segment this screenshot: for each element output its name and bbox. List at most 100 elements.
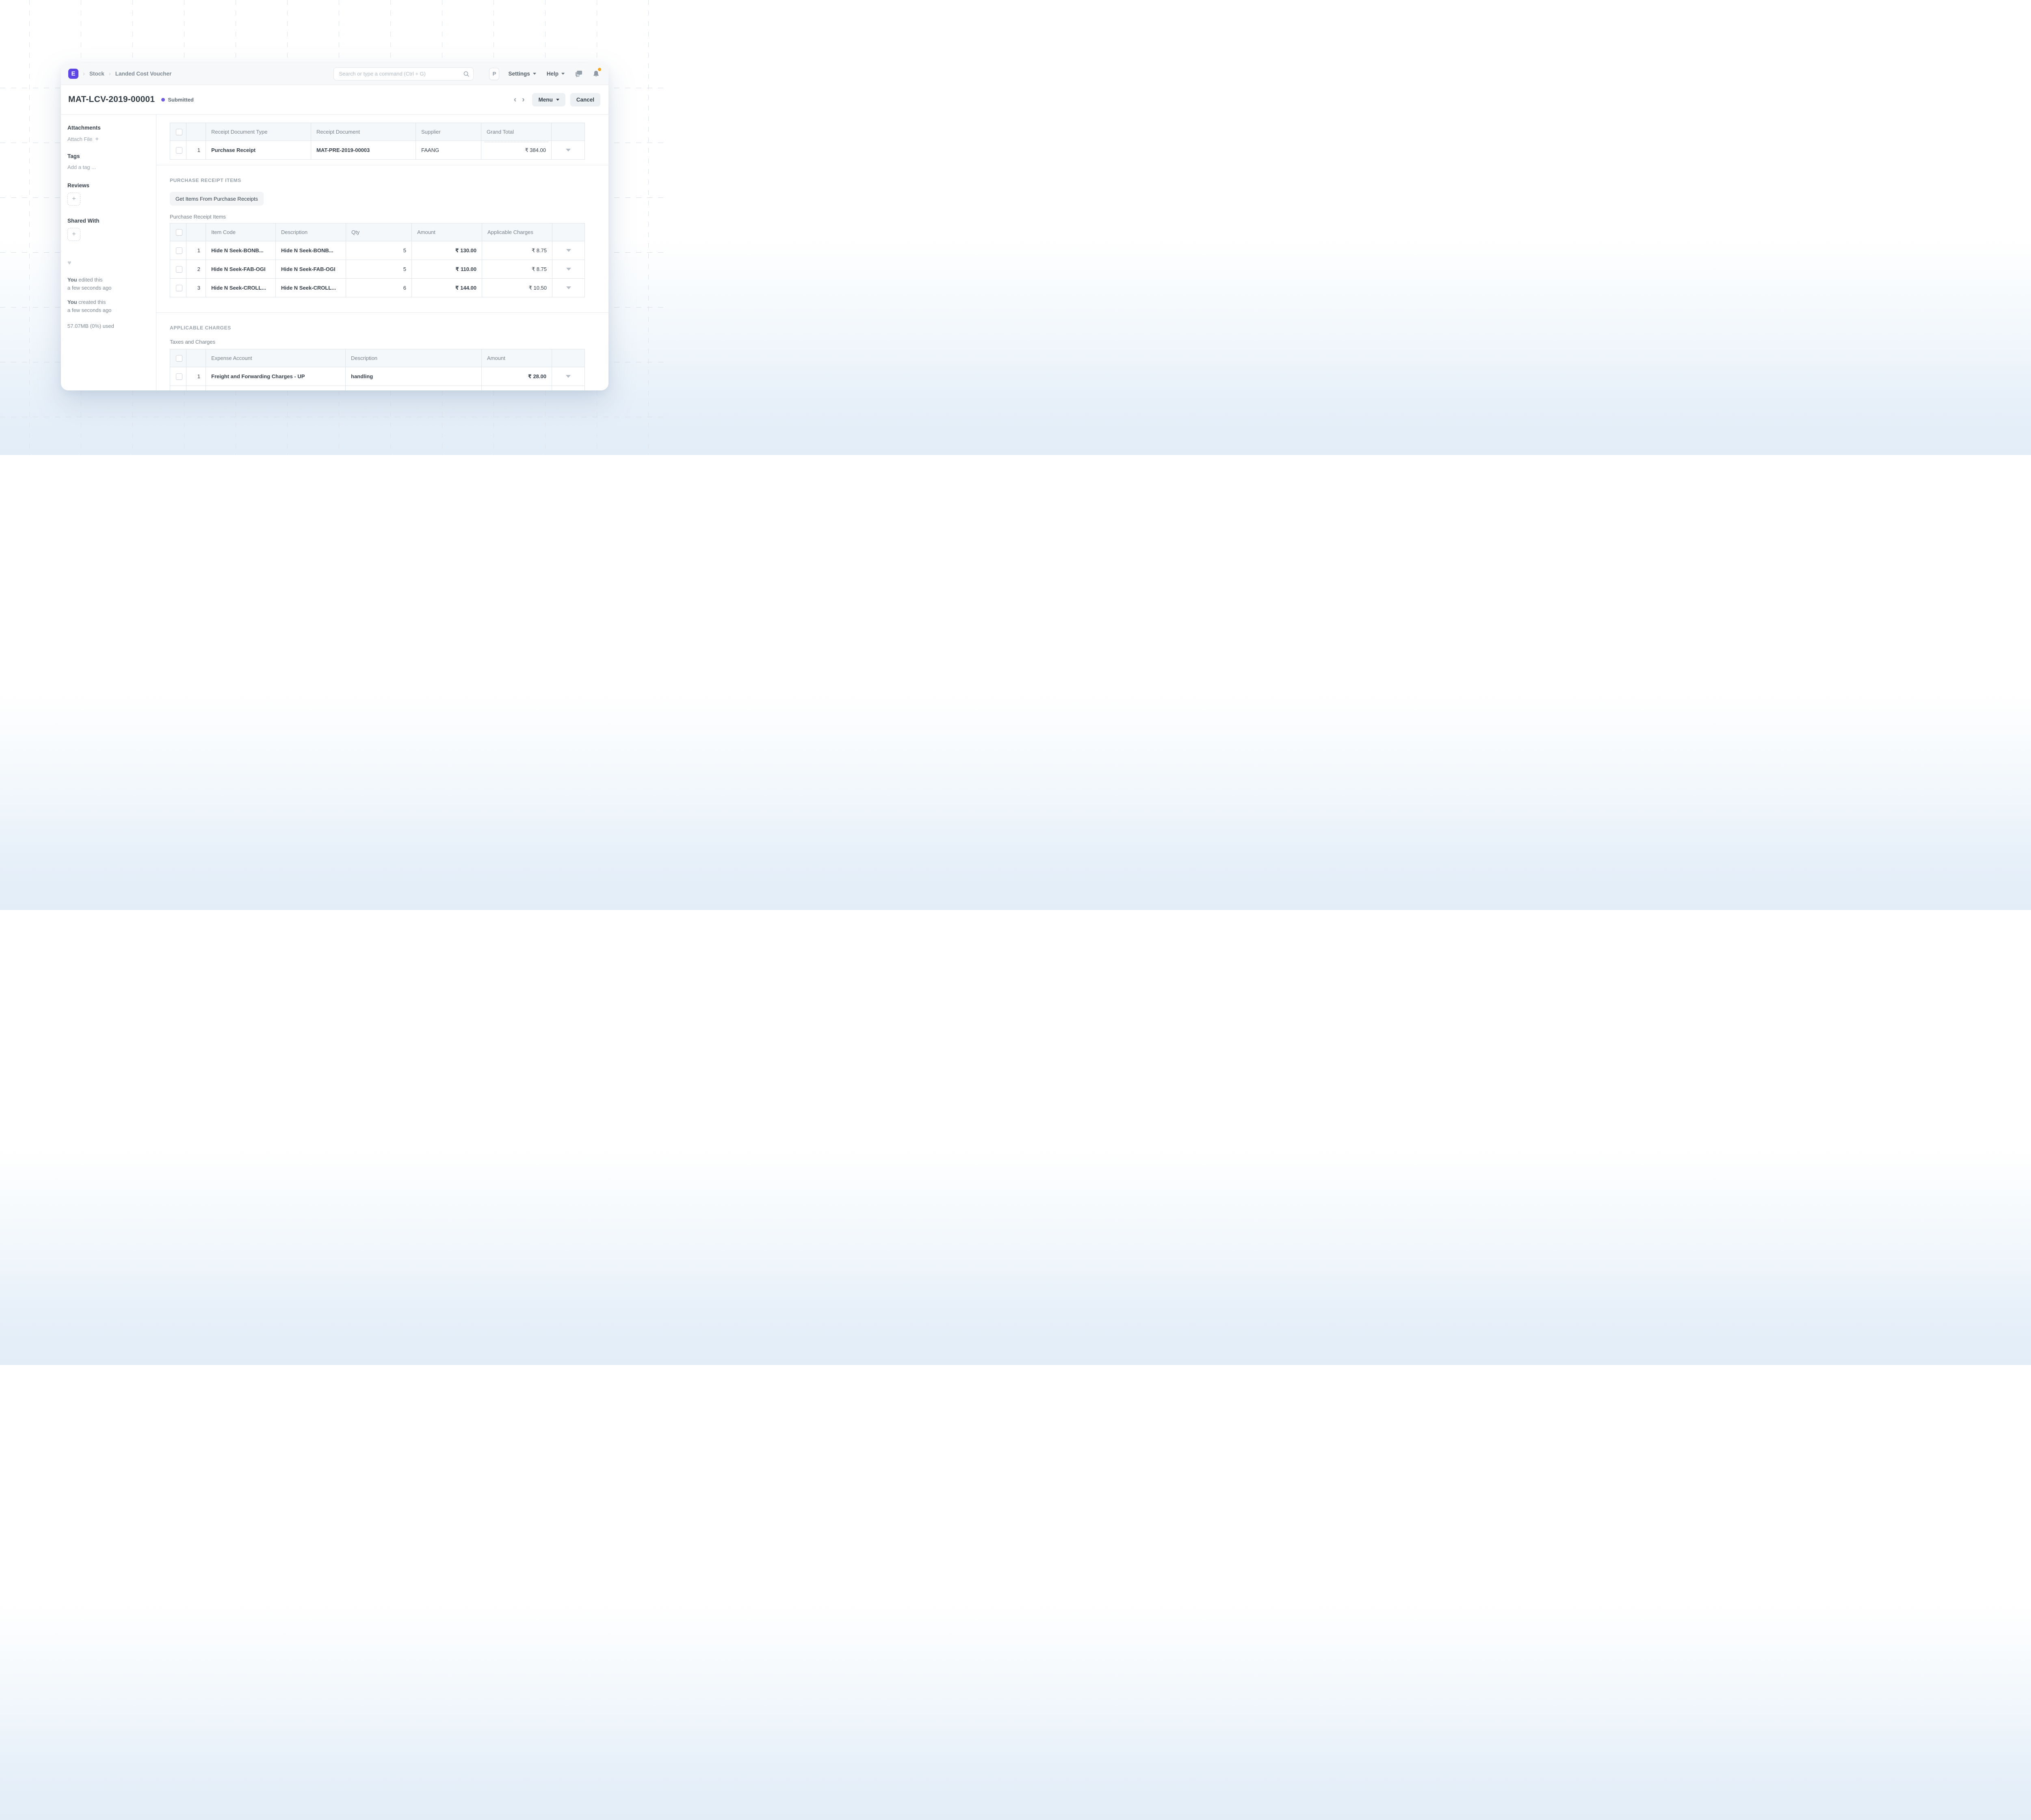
table-row: 1 Freight and Forwarding Charges - UP ha… — [170, 367, 585, 386]
row-expand-button[interactable] — [552, 141, 585, 160]
row-checkbox[interactable] — [176, 373, 182, 380]
cell-receipt-document-type[interactable]: Purchase Receipt — [206, 141, 311, 160]
cell-amount[interactable]: ₹ 110.00 — [412, 260, 482, 279]
shared-with-title: Shared With — [67, 218, 150, 224]
navbar: E › Stock › Landed Cost Voucher P Settin… — [61, 63, 608, 85]
cell-description[interactable]: Hide N Seek-CROLL... — [276, 279, 346, 297]
row-checkbox[interactable] — [176, 266, 182, 273]
cell-amount[interactable]: ₹ 144.00 — [412, 279, 482, 297]
notification-dot — [598, 68, 601, 71]
row-expand-button[interactable] — [552, 260, 585, 279]
attach-file-label: Attach File — [67, 136, 92, 142]
breadcrumb-stock[interactable]: Stock — [89, 71, 104, 77]
cell-applicable-charges[interactable]: ₹ 10.50 — [482, 279, 552, 297]
taxes-and-charges-table: Expense Account Description Amount 1 Fre… — [170, 349, 585, 390]
previous-document-button[interactable]: ‹ — [511, 96, 519, 104]
column-receipt-document-type: Receipt Document Type — [206, 123, 311, 141]
purchase-receipt-items-table: Item Code Description Qty Amount Applica… — [170, 223, 585, 297]
select-all-checkbox[interactable] — [176, 129, 182, 135]
row-expand-button[interactable] — [552, 367, 585, 386]
column-item-code: Item Code — [206, 223, 276, 241]
row-expand-button[interactable] — [552, 279, 585, 297]
cell-description[interactable]: handling — [346, 367, 482, 386]
status-badge: Submitted — [168, 97, 194, 103]
row-checkbox[interactable] — [176, 147, 182, 154]
app-window: E › Stock › Landed Cost Voucher P Settin… — [61, 63, 608, 390]
notifications-bell-icon[interactable] — [593, 70, 600, 78]
cell-grand-total[interactable]: ₹ 384.00 — [481, 141, 552, 160]
cell-qty[interactable]: 5 — [346, 241, 412, 260]
add-share-button[interactable]: + — [67, 228, 80, 241]
cell-item-code[interactable]: Hide N Seek-FAB-OGI — [206, 260, 276, 279]
row-number: 1 — [186, 367, 206, 386]
chevron-right-icon: › — [83, 71, 85, 77]
purchase-receipt-items-heading: PURCHASE RECEIPT ITEMS — [170, 178, 585, 183]
column-amount: Amount — [412, 223, 482, 241]
activity-edited: You edited this a few seconds ago — [67, 276, 150, 292]
chevron-down-icon — [566, 149, 571, 152]
activity-created: You created this a few seconds ago — [67, 298, 150, 314]
content: Attachments Attach File + Tags Add a tag… — [61, 115, 608, 390]
user-avatar[interactable]: P — [489, 68, 499, 80]
cell-item-code[interactable]: Hide N Seek-CROLL... — [206, 279, 276, 297]
cell-amount[interactable]: ₹ 130.00 — [412, 241, 482, 260]
chevron-down-icon — [566, 286, 571, 289]
cell-description[interactable]: Hide N Seek-BONB... — [276, 241, 346, 260]
chevron-down-icon — [533, 73, 536, 75]
cell-applicable-charges[interactable]: ₹ 8.75 — [482, 241, 552, 260]
add-tag-link[interactable]: Add a tag ... — [67, 164, 150, 170]
row-checkbox[interactable] — [176, 285, 182, 291]
cell-supplier[interactable]: FAANG — [416, 141, 481, 160]
cell-amount[interactable]: ₹ 28.00 — [482, 367, 552, 386]
next-document-button[interactable]: › — [519, 96, 527, 104]
select-all-checkbox[interactable] — [176, 355, 182, 362]
cancel-button-label: Cancel — [576, 97, 594, 103]
status-dot-icon — [161, 98, 165, 102]
add-review-button[interactable]: + — [67, 193, 80, 206]
row-expand-button[interactable] — [552, 241, 585, 260]
cell-item-code[interactable]: Hide N Seek-BONB... — [206, 241, 276, 260]
plus-icon: + — [95, 136, 99, 143]
attach-file-link[interactable]: Attach File + — [67, 136, 150, 143]
menu-button[interactable]: Menu — [532, 93, 565, 106]
chevron-down-icon — [556, 99, 559, 101]
cell-expense-account[interactable]: Freight and Forwarding Charges - UP — [206, 367, 346, 386]
column-qty: Qty — [346, 223, 412, 241]
attachments-title: Attachments — [67, 125, 150, 131]
cell-description[interactable]: Hide N Seek-FAB-OGI — [276, 260, 346, 279]
page-header: MAT-LCV-2019-00001 Submitted ‹ › Menu Ca… — [61, 85, 608, 115]
row-number: 1 — [186, 141, 206, 160]
cell-qty[interactable]: 5 — [346, 260, 412, 279]
chevron-down-icon — [566, 268, 571, 271]
column-actions — [552, 349, 585, 367]
chevron-down-icon — [561, 73, 565, 75]
settings-menu[interactable]: Settings — [508, 71, 536, 77]
cell-applicable-charges[interactable]: ₹ 8.75 — [482, 260, 552, 279]
column-receipt-document: Receipt Document — [311, 123, 416, 141]
row-checkbox[interactable] — [176, 247, 182, 254]
cell-receipt-document[interactable]: MAT-PRE-2019-00003 — [311, 141, 416, 160]
menu-button-label: Menu — [538, 97, 552, 103]
like-heart-icon[interactable]: ♥ — [67, 260, 150, 267]
cancel-button[interactable]: Cancel — [570, 93, 600, 106]
breadcrumb-landed-cost-voucher[interactable]: Landed Cost Voucher — [115, 71, 172, 77]
column-description: Description — [346, 349, 482, 367]
column-supplier: Supplier — [416, 123, 481, 141]
column-grand-total: Grand Total — [481, 123, 552, 141]
column-expense-account: Expense Account — [206, 349, 346, 367]
table-header-row: Receipt Document Type Receipt Document S… — [170, 123, 585, 141]
chat-icon[interactable] — [575, 70, 583, 77]
get-items-button[interactable]: Get Items From Purchase Receipts — [170, 192, 264, 206]
help-label: Help — [547, 71, 559, 77]
table-row-clipped — [170, 386, 585, 391]
app-logo[interactable]: E — [68, 69, 78, 79]
storage-usage: 57.07MB (0%) used — [67, 323, 150, 329]
help-menu[interactable]: Help — [547, 71, 565, 77]
select-all-checkbox[interactable] — [176, 229, 182, 236]
column-description: Description — [276, 223, 346, 241]
page-title: MAT-LCV-2019-00001 — [68, 95, 155, 104]
column-rownum — [186, 349, 206, 367]
purchase-receipt-items-label: Purchase Receipt Items — [170, 214, 585, 220]
search-input[interactable] — [333, 67, 474, 80]
cell-qty[interactable]: 6 — [346, 279, 412, 297]
